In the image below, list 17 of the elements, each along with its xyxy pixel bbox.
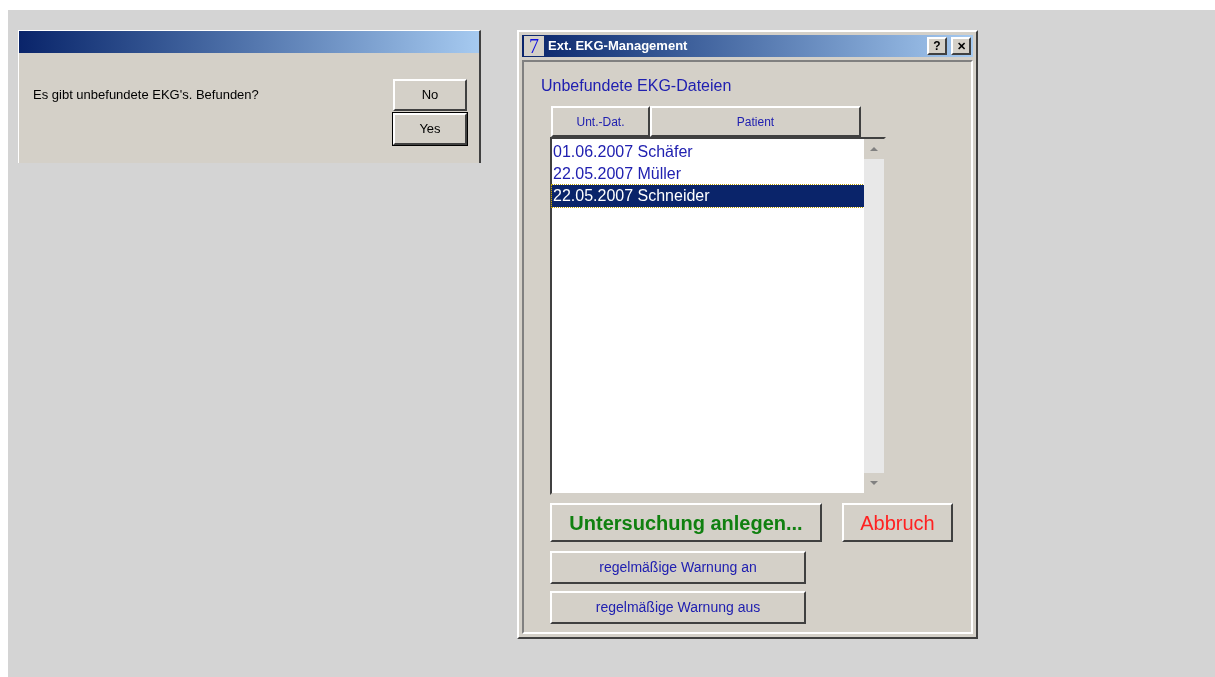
scroll-up-icon[interactable] xyxy=(864,139,884,159)
window-title: Ext. EKG-Management xyxy=(548,37,689,56)
warning-button[interactable]: regelmäßige Warnung aus xyxy=(550,591,806,624)
column-header[interactable]: Patient xyxy=(650,106,861,137)
scrollbar[interactable] xyxy=(864,139,884,493)
column-header[interactable]: Unt.-Dat. xyxy=(551,106,650,137)
dialog-message: Es gibt unbefundete EKG's. Befunden? xyxy=(33,86,259,104)
app-icon: 7 xyxy=(524,36,544,56)
dialog-button[interactable]: Yes xyxy=(393,113,467,145)
section-title: Unbefundete EKG-Dateien xyxy=(541,76,733,96)
list-row[interactable]: 01.06.2007 Schäfer xyxy=(552,141,864,163)
help-button[interactable]: ? xyxy=(927,37,947,55)
dialog-button[interactable]: No xyxy=(393,79,467,111)
list-row[interactable]: 22.05.2007 Schneider xyxy=(552,185,864,207)
close-button[interactable]: ✕ xyxy=(951,37,971,55)
warning-button[interactable]: regelmäßige Warnung an xyxy=(550,551,806,584)
list-row[interactable]: 22.05.2007 Müller xyxy=(552,163,864,185)
